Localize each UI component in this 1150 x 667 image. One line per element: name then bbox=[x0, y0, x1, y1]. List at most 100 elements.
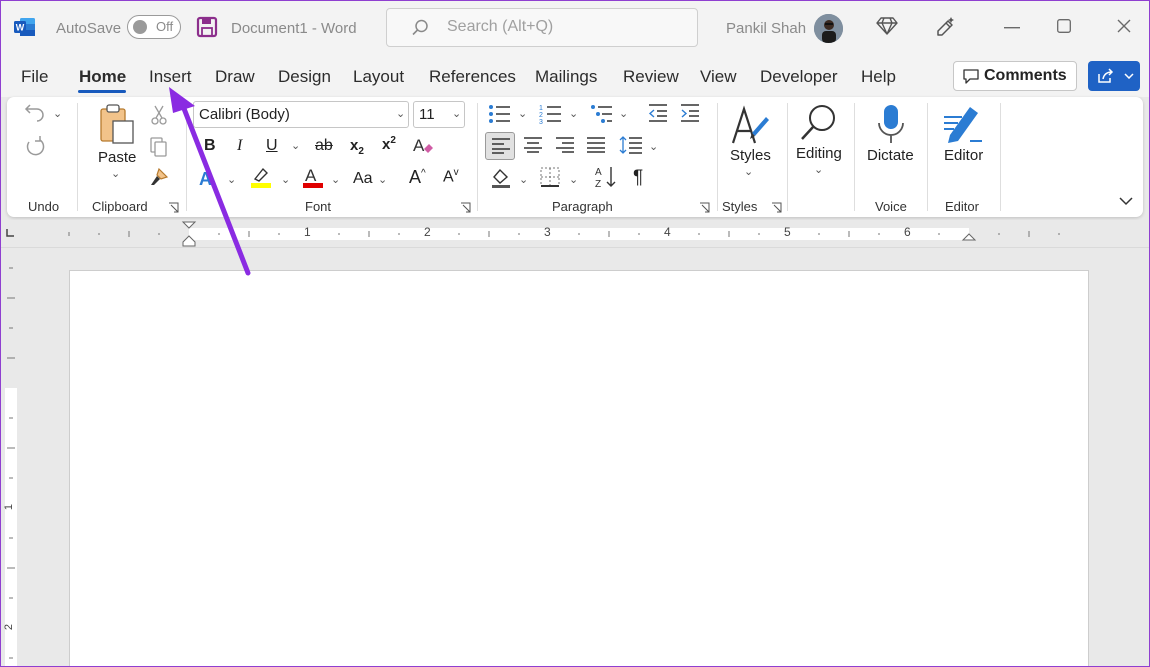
tab-references[interactable]: References bbox=[429, 67, 516, 87]
increase-indent-icon[interactable] bbox=[679, 103, 701, 123]
font-color-dropdown-icon[interactable]: ⌄ bbox=[331, 173, 340, 186]
highlight-icon[interactable] bbox=[249, 165, 273, 189]
shading-dropdown-icon[interactable]: ⌄ bbox=[519, 173, 528, 186]
font-size-select[interactable]: 11 ⌄ bbox=[413, 101, 465, 128]
decrease-indent-icon[interactable] bbox=[647, 103, 669, 123]
bold-icon[interactable]: B bbox=[204, 137, 216, 155]
sort-icon[interactable]: A Z bbox=[594, 165, 618, 189]
tab-draw[interactable]: Draw bbox=[215, 67, 255, 87]
ribbon-collapse-chevron-icon[interactable] bbox=[1119, 197, 1133, 206]
user-name[interactable]: Pankil Shah bbox=[726, 1, 806, 55]
tab-layout[interactable]: Layout bbox=[353, 67, 404, 87]
italic-icon[interactable]: I bbox=[237, 137, 242, 155]
designer-pen-icon[interactable] bbox=[934, 15, 956, 37]
save-icon[interactable] bbox=[196, 16, 218, 38]
paste-label[interactable]: Paste bbox=[98, 149, 136, 166]
justify-icon[interactable] bbox=[586, 137, 606, 153]
user-avatar[interactable] bbox=[814, 14, 843, 43]
microphone-icon[interactable] bbox=[877, 103, 905, 145]
diamond-icon[interactable] bbox=[876, 16, 898, 36]
word-app-icon: W bbox=[14, 18, 35, 36]
styles-launcher-icon[interactable] bbox=[771, 202, 782, 213]
font-name-select[interactable]: Calibri (Body) ⌄ bbox=[193, 101, 409, 128]
paste-dropdown-icon[interactable]: ⌄ bbox=[111, 167, 120, 180]
shrink-font-icon[interactable]: Av bbox=[443, 167, 459, 186]
borders-dropdown-icon[interactable]: ⌄ bbox=[569, 173, 578, 186]
tab-mailings[interactable]: Mailings bbox=[535, 67, 597, 87]
tab-insert[interactable]: Insert bbox=[149, 67, 192, 87]
svg-text:A: A bbox=[413, 136, 425, 155]
highlight-dropdown-icon[interactable]: ⌄ bbox=[281, 173, 290, 186]
maximize-icon[interactable] bbox=[1057, 19, 1071, 33]
multilevel-list-icon[interactable] bbox=[590, 103, 614, 125]
underline-dropdown-icon[interactable]: ⌄ bbox=[291, 139, 300, 152]
editing-dropdown-icon[interactable]: ⌄ bbox=[814, 163, 823, 176]
strikethrough-icon[interactable]: ab bbox=[315, 137, 333, 155]
line-spacing-icon[interactable] bbox=[619, 135, 643, 155]
undo-dropdown-icon[interactable]: ⌄ bbox=[53, 107, 62, 120]
cut-icon[interactable] bbox=[151, 105, 167, 125]
tab-file[interactable]: File bbox=[21, 67, 48, 87]
editing-label[interactable]: Editing bbox=[796, 145, 842, 162]
editor-label[interactable]: Editor bbox=[944, 147, 983, 164]
autosave-toggle[interactable]: Off bbox=[127, 15, 181, 39]
paragraph-launcher-icon[interactable] bbox=[699, 202, 710, 213]
align-center-icon[interactable] bbox=[523, 137, 543, 153]
share-button[interactable] bbox=[1088, 61, 1140, 91]
toggle-knob bbox=[133, 20, 147, 34]
styles-icon[interactable] bbox=[730, 103, 770, 145]
tab-help[interactable]: Help bbox=[861, 67, 896, 87]
chevron-down-icon: ⌄ bbox=[452, 108, 462, 120]
styles-label[interactable]: Styles bbox=[730, 147, 771, 164]
editor-pen-icon[interactable] bbox=[942, 103, 984, 143]
document-page[interactable] bbox=[69, 270, 1089, 666]
superscript-icon[interactable]: x2 bbox=[382, 135, 396, 153]
multilevel-dropdown-icon[interactable]: ⌄ bbox=[619, 107, 628, 120]
paste-icon[interactable] bbox=[99, 103, 137, 147]
minimize-icon[interactable] bbox=[1004, 27, 1020, 29]
change-case-icon[interactable]: Aa bbox=[353, 170, 373, 188]
tab-developer[interactable]: Developer bbox=[760, 67, 838, 87]
bullets-icon[interactable] bbox=[488, 103, 512, 125]
text-effects-icon[interactable]: A bbox=[197, 167, 219, 189]
redo-icon[interactable] bbox=[24, 135, 46, 157]
divider bbox=[1000, 103, 1001, 211]
tab-review[interactable]: Review bbox=[623, 67, 679, 87]
numbering-dropdown-icon[interactable]: ⌄ bbox=[569, 107, 578, 120]
change-case-dropdown-icon[interactable]: ⌄ bbox=[378, 173, 387, 186]
clear-formatting-icon[interactable]: A bbox=[412, 135, 434, 157]
vertical-ruler[interactable]: 1 2 bbox=[1, 248, 25, 666]
active-tab-indicator bbox=[78, 90, 126, 93]
numbering-icon[interactable]: 1 2 3 bbox=[539, 103, 563, 125]
tab-home[interactable]: Home bbox=[79, 67, 126, 87]
tab-view[interactable]: View bbox=[700, 67, 737, 87]
dictate-label[interactable]: Dictate bbox=[867, 147, 914, 164]
svg-text:W: W bbox=[16, 23, 25, 33]
editing-search-icon[interactable] bbox=[799, 103, 837, 143]
comments-button[interactable]: Comments bbox=[953, 61, 1077, 91]
horizontal-ruler[interactable]: 1 2 3 4 5 6 bbox=[1, 220, 1149, 248]
styles-dropdown-icon[interactable]: ⌄ bbox=[744, 165, 753, 178]
subscript-icon[interactable]: x2 bbox=[350, 137, 364, 157]
tab-design[interactable]: Design bbox=[278, 67, 331, 87]
tab-selector-icon[interactable] bbox=[6, 229, 14, 237]
show-formatting-marks-icon[interactable]: ¶ bbox=[633, 167, 643, 189]
undo-icon[interactable] bbox=[24, 103, 46, 123]
copy-icon[interactable] bbox=[150, 137, 168, 157]
format-painter-icon[interactable] bbox=[149, 167, 169, 187]
font-color-icon[interactable]: A bbox=[302, 165, 324, 189]
bullets-dropdown-icon[interactable]: ⌄ bbox=[518, 107, 527, 120]
search-box[interactable]: Search (Alt+Q) bbox=[386, 8, 698, 47]
text-effects-dropdown-icon[interactable]: ⌄ bbox=[227, 173, 236, 186]
svg-text:2: 2 bbox=[539, 112, 543, 119]
line-spacing-dropdown-icon[interactable]: ⌄ bbox=[649, 140, 658, 153]
grow-font-icon[interactable]: A^ bbox=[409, 167, 426, 188]
close-icon[interactable] bbox=[1117, 19, 1131, 33]
align-left-button[interactable] bbox=[485, 132, 515, 160]
font-launcher-icon[interactable] bbox=[460, 202, 471, 213]
clipboard-launcher-icon[interactable] bbox=[168, 202, 179, 213]
shading-icon[interactable] bbox=[490, 167, 512, 189]
align-right-icon[interactable] bbox=[555, 137, 575, 153]
underline-icon[interactable]: U bbox=[266, 137, 278, 155]
borders-icon[interactable] bbox=[540, 167, 560, 187]
